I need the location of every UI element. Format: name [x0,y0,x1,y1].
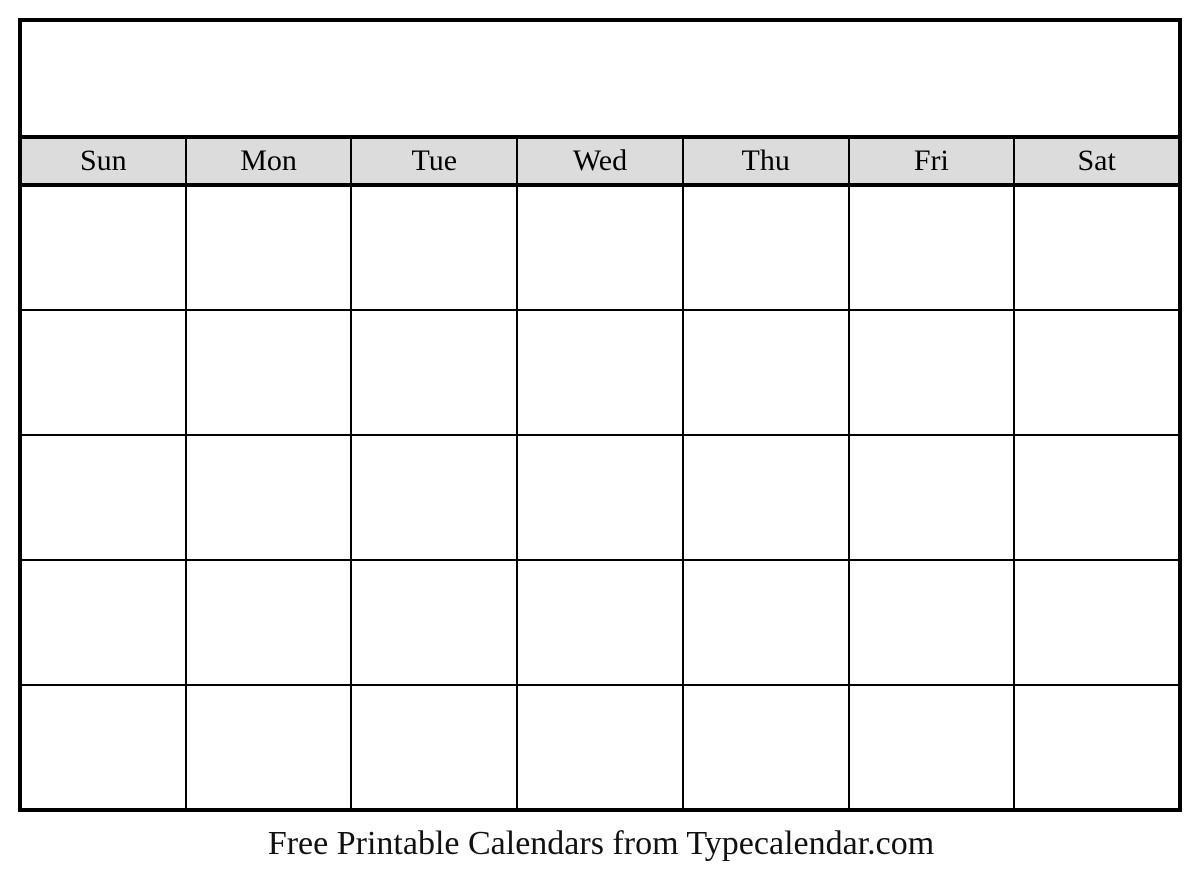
calendar-week-row [20,435,1180,561]
day-cell[interactable] [185,185,353,311]
weekday-header-thu: Thu [682,137,850,187]
day-cell[interactable] [1014,560,1180,686]
day-cell[interactable] [682,310,850,436]
weekday-header-row: Sun Mon Tue Wed Thu Fri Sat [20,137,1180,187]
day-cell[interactable] [682,185,850,311]
footer-credit-text: Free Printable Calendars from Typecalend… [267,825,935,862]
calendar-week-row [20,560,1180,686]
day-cell[interactable] [20,310,187,436]
calendar-page: Sun Mon Tue Wed Thu Fri Sat Free Printab… [0,0,1202,869]
day-cell[interactable] [682,435,850,561]
weekday-header-wed: Wed [517,137,684,187]
weekday-header-fri: Fri [848,137,1016,187]
day-cell[interactable] [185,560,353,686]
day-cell[interactable] [848,560,1016,686]
day-cell[interactable] [351,435,519,561]
calendar-week-row [20,185,1180,311]
day-cell[interactable] [517,310,684,436]
day-cell[interactable] [351,310,519,436]
day-cell[interactable] [351,185,519,311]
weekday-header-mon: Mon [185,137,353,187]
weekday-header-sun: Sun [20,137,187,187]
day-cell[interactable] [1014,310,1180,436]
day-cell[interactable] [185,310,353,436]
day-cell[interactable] [682,560,850,686]
day-cell[interactable] [682,685,850,810]
day-cell[interactable] [848,185,1016,311]
day-cell[interactable] [848,685,1016,810]
day-cell[interactable] [517,185,684,311]
calendar-title-row [20,20,1180,139]
calendar-week-row [20,685,1180,810]
day-cell[interactable] [20,685,187,810]
month-year-title[interactable] [20,20,1180,139]
day-cell[interactable] [517,685,684,810]
calendar-week-row [20,310,1180,436]
day-cell[interactable] [20,560,187,686]
day-cell[interactable] [517,560,684,686]
day-cell[interactable] [185,435,353,561]
calendar-container: Sun Mon Tue Wed Thu Fri Sat [18,18,1182,812]
calendar-table: Sun Mon Tue Wed Thu Fri Sat [18,18,1182,812]
weekday-header-tue: Tue [351,137,519,187]
day-cell[interactable] [185,685,353,810]
day-cell[interactable] [517,435,684,561]
day-cell[interactable] [1014,435,1180,561]
day-cell[interactable] [351,560,519,686]
day-cell[interactable] [351,685,519,810]
day-cell[interactable] [20,435,187,561]
day-cell[interactable] [848,310,1016,436]
day-cell[interactable] [1014,185,1180,311]
day-cell[interactable] [20,185,187,311]
day-cell[interactable] [1014,685,1180,810]
day-cell[interactable] [848,435,1016,561]
weekday-header-sat: Sat [1014,137,1180,187]
